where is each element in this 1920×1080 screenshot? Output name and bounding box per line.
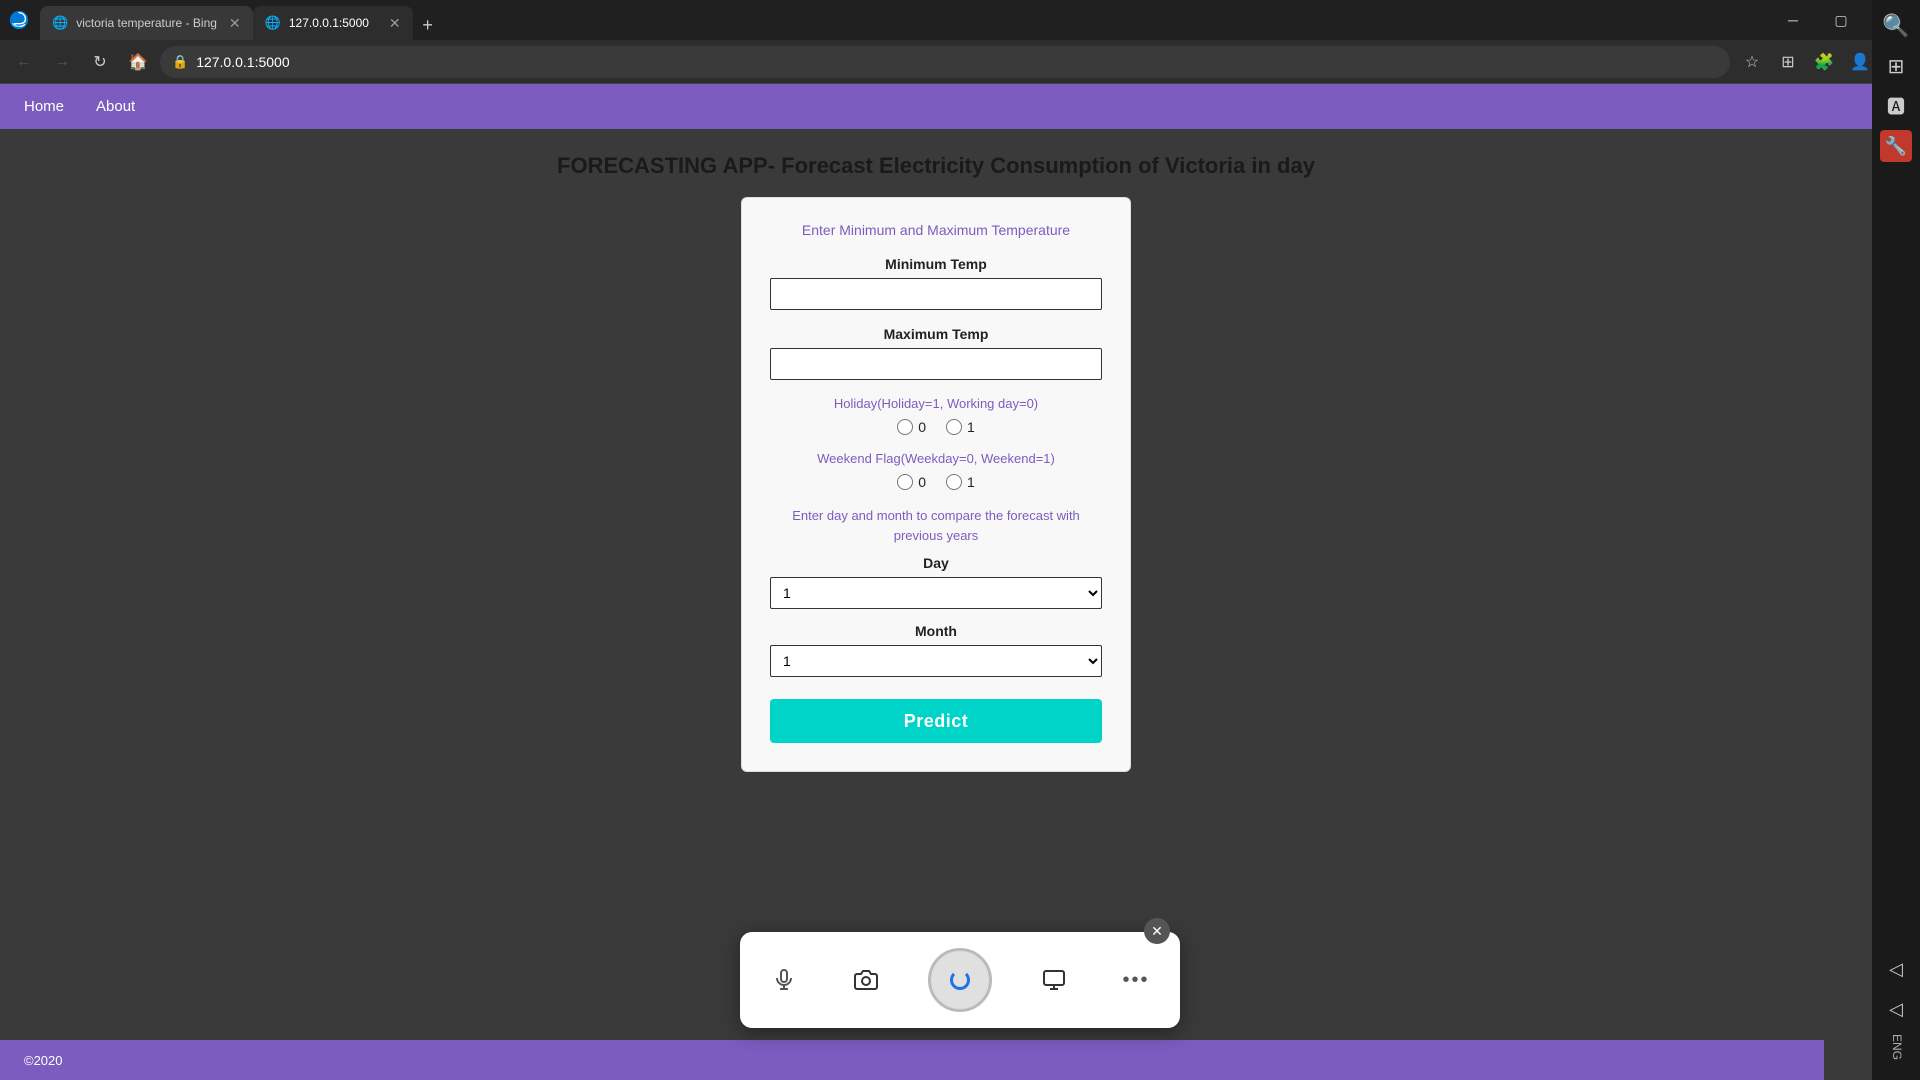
- lock-icon: 🔒: [172, 54, 188, 70]
- browser-toolbar: ← → ↻ 🏠 🔒 ☆ ⊞ 🧩 👤 ⋯: [0, 40, 1920, 84]
- day-select[interactable]: 1 2 3 4 5 6 7 8 9 10 11 12 13 14 15 16 1: [770, 577, 1102, 609]
- record-spinner: [950, 970, 970, 990]
- holiday-group: Holiday(Holiday=1, Working day=0) 0 1: [770, 396, 1102, 435]
- min-temp-input[interactable]: [770, 278, 1102, 310]
- tab-bing-label: victoria temperature - Bing: [76, 16, 217, 30]
- new-tab-button[interactable]: +: [413, 10, 443, 40]
- tab-app[interactable]: 🌐 127.0.0.1:5000 ✕: [253, 6, 413, 40]
- microphone-icon: [764, 960, 804, 1000]
- max-temp-input[interactable]: [770, 348, 1102, 380]
- page-title: FORECASTING APP- Forecast Electricity Co…: [0, 129, 1872, 197]
- screen-share-icon: [1034, 960, 1074, 1000]
- grid-sidebar-icon[interactable]: ⊞: [1880, 50, 1912, 82]
- weekend-group: Weekend Flag(Weekday=0, Weekend=1) 0 1: [770, 451, 1102, 490]
- microphone-button[interactable]: [764, 960, 804, 1000]
- weekend-option-1-label: 1: [967, 474, 975, 490]
- media-toolbar: ✕: [740, 932, 1180, 1028]
- holiday-radio-0[interactable]: [897, 419, 913, 435]
- favorites-button[interactable]: ☆: [1736, 46, 1768, 78]
- tab-app-favicon: 🌐: [265, 15, 281, 31]
- day-label: Day: [770, 555, 1102, 571]
- windows-sidebar: 🔍 ⊞ 🅰 🔧 ◁ ◁ ENG: [1872, 0, 1920, 1080]
- holiday-radio-group: 0 1: [770, 419, 1102, 435]
- more-options-icon: •••: [1116, 960, 1156, 1000]
- record-button[interactable]: [928, 948, 992, 1012]
- tab-bing-favicon: 🌐: [52, 15, 68, 31]
- predict-button[interactable]: Predict: [770, 699, 1102, 743]
- nav-about-link[interactable]: About: [96, 98, 135, 115]
- weekend-radio-0[interactable]: [897, 474, 913, 490]
- max-temp-label: Maximum Temp: [770, 326, 1102, 342]
- edge-logo-icon: [8, 9, 30, 31]
- holiday-radio-1[interactable]: [946, 419, 962, 435]
- min-temp-label: Minimum Temp: [770, 256, 1102, 272]
- address-bar-container[interactable]: 🔒: [160, 46, 1730, 78]
- weekend-option-0[interactable]: 0: [897, 474, 926, 490]
- month-label: Month: [770, 623, 1102, 639]
- tab-bing[interactable]: 🌐 victoria temperature - Bing ✕: [40, 6, 253, 40]
- media-toolbar-close-button[interactable]: ✕: [1144, 918, 1170, 944]
- translate-sidebar-icon[interactable]: 🅰: [1880, 90, 1912, 122]
- nav-home-link[interactable]: Home: [24, 98, 64, 115]
- holiday-label: Holiday(Holiday=1, Working day=0): [770, 396, 1102, 411]
- form-subtitle: Enter Minimum and Maximum Temperature: [770, 222, 1102, 238]
- day-month-subtitle: Enter day and month to compare the forec…: [770, 506, 1102, 545]
- home-button[interactable]: 🏠: [122, 46, 154, 78]
- back-button[interactable]: ←: [8, 46, 40, 78]
- weekend-radio-group: 0 1: [770, 474, 1102, 490]
- day-group: Day 1 2 3 4 5 6 7 8 9 10 11 12 13 14 15: [770, 555, 1102, 609]
- extensions-button[interactable]: 🧩: [1808, 46, 1840, 78]
- month-group: Month 1 2 3 4 5 6 7 8 9 10 11 12: [770, 623, 1102, 677]
- max-temp-group: Maximum Temp: [770, 326, 1102, 380]
- holiday-option-0[interactable]: 0: [897, 419, 926, 435]
- minimize-button[interactable]: ─: [1770, 4, 1816, 36]
- weekend-label: Weekend Flag(Weekday=0, Weekend=1): [770, 451, 1102, 466]
- tab-bar: 🌐 victoria temperature - Bing ✕ 🌐 127.0.…: [40, 0, 1766, 40]
- browser-chrome: 🌐 victoria temperature - Bing ✕ 🌐 127.0.…: [0, 0, 1920, 84]
- lang-indicator: ENG: [1888, 1034, 1904, 1060]
- forward-button[interactable]: →: [46, 46, 78, 78]
- search-sidebar-icon[interactable]: 🔍: [1880, 10, 1912, 42]
- page-background: Home About FORECASTING APP- Forecast Ele…: [0, 84, 1872, 832]
- media-close-icon: ✕: [1151, 923, 1163, 940]
- app-footer: ©2020: [0, 1040, 1824, 1080]
- holiday-option-1-label: 1: [967, 419, 975, 435]
- collapse-sidebar-button[interactable]: ◁: [1880, 994, 1912, 1026]
- address-input[interactable]: [196, 54, 1718, 70]
- footer-copyright: ©2020: [24, 1053, 63, 1068]
- tab-bing-close[interactable]: ✕: [229, 15, 241, 32]
- app-navbar: Home About: [0, 84, 1872, 129]
- collections-button[interactable]: ⊞: [1772, 46, 1804, 78]
- screen-share-button[interactable]: [1034, 960, 1074, 1000]
- holiday-option-0-label: 0: [918, 419, 926, 435]
- maximize-button[interactable]: ▢: [1818, 4, 1864, 36]
- refresh-button[interactable]: ↻: [84, 46, 116, 78]
- dev-tools-sidebar-icon[interactable]: 🔧: [1880, 130, 1912, 162]
- camera-button[interactable]: [846, 960, 886, 1000]
- page-content: Home About FORECASTING APP- Forecast Ele…: [0, 84, 1872, 1080]
- weekend-radio-1[interactable]: [946, 474, 962, 490]
- min-temp-group: Minimum Temp: [770, 256, 1102, 310]
- tab-app-close[interactable]: ✕: [389, 15, 401, 32]
- tab-app-label: 127.0.0.1:5000: [289, 16, 377, 30]
- form-card: Enter Minimum and Maximum Temperature Mi…: [741, 197, 1131, 772]
- camera-icon: [846, 960, 886, 1000]
- month-select[interactable]: 1 2 3 4 5 6 7 8 9 10 11 12: [770, 645, 1102, 677]
- weekend-option-1[interactable]: 1: [946, 474, 975, 490]
- more-options-button[interactable]: •••: [1116, 960, 1156, 1000]
- holiday-option-1[interactable]: 1: [946, 419, 975, 435]
- weekend-option-0-label: 0: [918, 474, 926, 490]
- browser-titlebar: 🌐 victoria temperature - Bing ✕ 🌐 127.0.…: [0, 0, 1920, 40]
- expand-sidebar-button[interactable]: ◁: [1880, 954, 1912, 986]
